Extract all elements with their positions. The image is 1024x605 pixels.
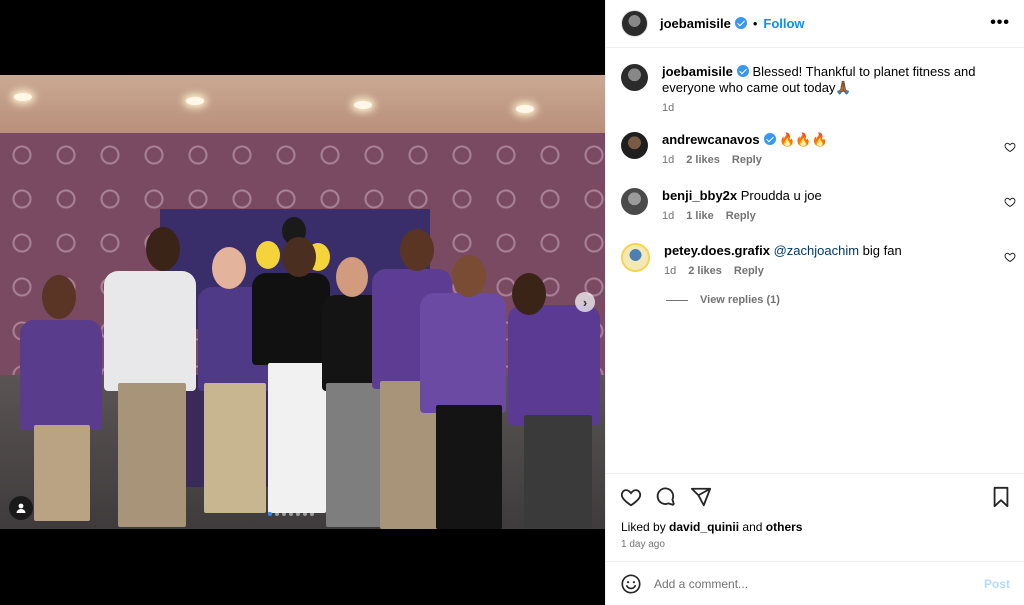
replies-divider xyxy=(666,299,688,301)
liked-by-user[interactable]: david_quinii xyxy=(669,520,739,534)
like-heart-icon[interactable] xyxy=(620,486,642,508)
comment-composer: Post xyxy=(606,561,1024,605)
user-icon xyxy=(16,503,26,513)
carousel-dot xyxy=(289,512,293,516)
reply-button[interactable]: Reply xyxy=(734,265,764,277)
carousel-dot xyxy=(310,512,314,516)
comment-row: andrewcanavos 🔥🔥🔥 1d 2 likes Reply xyxy=(621,132,1011,166)
separator-dot: • xyxy=(752,16,758,31)
comments-list: joebamisile Blessed! Thankful to planet … xyxy=(606,49,1024,473)
caption-time: 1d xyxy=(662,102,675,114)
carousel-dots xyxy=(268,512,314,516)
chevron-right-icon: › xyxy=(582,294,588,310)
comment-text: Proudda u joe xyxy=(740,188,822,203)
comment-mention[interactable]: @zachjoachim xyxy=(774,243,859,258)
caption-row: joebamisile Blessed! Thankful to planet … xyxy=(621,64,1011,114)
liked-by-others[interactable]: others xyxy=(766,520,803,534)
comment-text: big fan xyxy=(862,243,902,258)
comment-row: petey.does.grafix @zachjoachim big fan 1… xyxy=(621,243,1011,277)
like-comment-heart-icon[interactable] xyxy=(1004,196,1016,208)
comment-likes[interactable]: 2 likes xyxy=(686,154,720,166)
comment-time: 1d xyxy=(664,265,677,277)
carousel-dot xyxy=(296,512,300,516)
reply-button[interactable]: Reply xyxy=(732,154,762,166)
author-avatar[interactable] xyxy=(621,10,648,37)
comment-author[interactable]: benji_bby2x xyxy=(662,188,737,203)
verified-badge-icon xyxy=(736,65,749,77)
comment-time: 1d xyxy=(662,210,675,222)
follow-button[interactable]: Follow xyxy=(763,16,804,31)
author-avatar[interactable] xyxy=(621,64,648,91)
carousel-dot xyxy=(268,512,272,516)
post-header: joebamisile • Follow ••• xyxy=(606,0,1024,48)
commenter-avatar[interactable] xyxy=(621,243,650,272)
caption-author[interactable]: joebamisile xyxy=(662,64,733,79)
like-comment-heart-icon[interactable] xyxy=(1004,141,1016,153)
comment-row: benji_bby2x Proudda u joe 1d 1 like Repl… xyxy=(621,188,1011,222)
comment-author[interactable]: petey.does.grafix xyxy=(664,243,770,258)
comment-likes[interactable]: 2 likes xyxy=(688,265,722,277)
bookmark-icon[interactable] xyxy=(991,486,1011,508)
liked-by-prefix: Liked by xyxy=(621,520,666,534)
post-photo[interactable] xyxy=(0,75,605,529)
verified-badge-icon xyxy=(734,17,747,29)
carousel-dot xyxy=(275,512,279,516)
liked-by-summary: Liked by david_quinii and others xyxy=(621,520,802,534)
comment-text: 🔥🔥🔥 xyxy=(779,132,828,147)
commenter-avatar[interactable] xyxy=(621,188,648,215)
comment-bubble-icon[interactable] xyxy=(655,486,677,508)
carousel-dot xyxy=(282,512,286,516)
view-replies-label: View replies (1) xyxy=(700,294,780,306)
verified-badge-icon xyxy=(763,133,776,145)
share-send-icon[interactable] xyxy=(690,486,712,508)
comment-input[interactable] xyxy=(654,576,954,591)
comment-author[interactable]: andrewcanavos xyxy=(662,132,760,147)
carousel-next-button[interactable]: › xyxy=(575,292,595,312)
view-replies-button[interactable]: View replies (1) xyxy=(666,294,780,306)
instagram-post-modal: › joebamisile • Follow ••• joebamisile B… xyxy=(0,0,1024,605)
carousel-dot xyxy=(303,512,307,516)
liked-by-and: and xyxy=(742,520,763,534)
emoji-icon[interactable] xyxy=(620,573,642,595)
like-comment-heart-icon[interactable] xyxy=(1004,251,1016,263)
post-actions: Liked by david_quinii and others 1 day a… xyxy=(606,473,1024,561)
author-username[interactable]: joebamisile xyxy=(660,16,747,31)
post-comment-button[interactable]: Post xyxy=(984,577,1010,591)
comment-likes[interactable]: 1 like xyxy=(686,210,714,222)
commenter-avatar[interactable] xyxy=(621,132,648,159)
caption-text: joebamisile Blessed! Thankful to planet … xyxy=(662,64,982,96)
tagged-users-button[interactable] xyxy=(9,496,33,520)
post-details-panel: joebamisile • Follow ••• joebamisile Ble… xyxy=(605,0,1024,605)
more-options-icon[interactable]: ••• xyxy=(990,14,1010,32)
reply-button[interactable]: Reply xyxy=(726,210,756,222)
post-media: › xyxy=(0,0,605,605)
comment-time: 1d xyxy=(662,154,675,166)
post-timestamp[interactable]: 1 day ago xyxy=(621,539,665,550)
photo-ceiling xyxy=(0,75,605,133)
